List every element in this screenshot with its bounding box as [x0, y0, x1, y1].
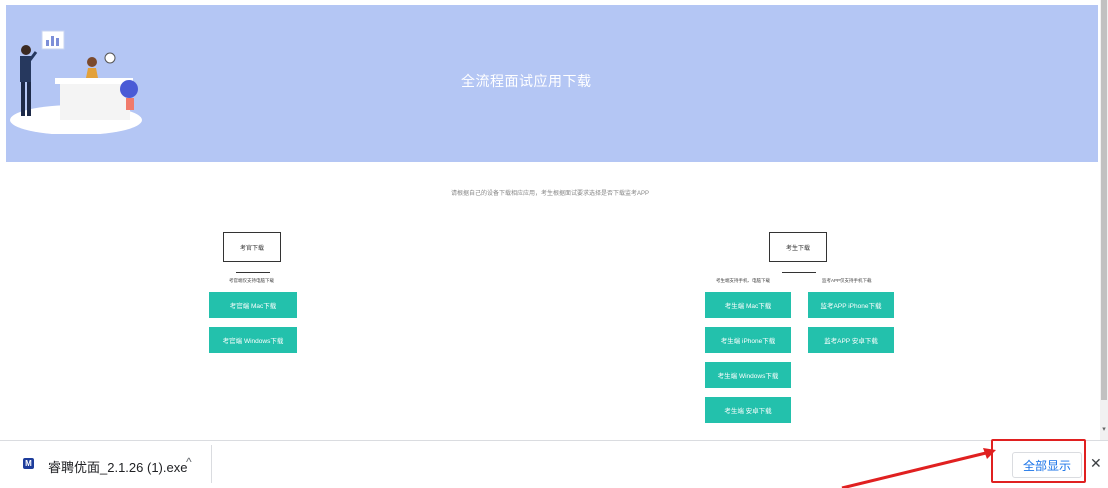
monitor-app-note: 监考APP仅支持手机下载: [822, 278, 872, 283]
monitor-app-iphone-download-button[interactable]: 监考APP iPhone下载: [808, 292, 894, 318]
interviewer-note: 考官端仅支持电脑下载: [229, 278, 274, 283]
candidate-windows-download-button[interactable]: 考生端 Windows下载: [705, 362, 791, 388]
close-icon[interactable]: ✕: [1090, 455, 1102, 472]
downloaded-file-name[interactable]: 睿聘优面_2.1.26 (1).exe: [48, 457, 187, 476]
monitor-app-android-download-button[interactable]: 监考APP 安卓下载: [808, 327, 894, 353]
candidate-android-download-button[interactable]: 考生端 安卓下载: [705, 397, 791, 423]
scrollbar-thumb[interactable]: [1101, 0, 1107, 400]
divider: [211, 445, 212, 483]
office-illustration-icon: [10, 30, 142, 134]
interviewer-section-title: 考官下载: [223, 232, 281, 262]
scroll-down-icon[interactable]: ▾: [1100, 424, 1108, 436]
download-hint: 请根据自己的设备下载相应应用，考生根据面试要求选择是否下载监考APP: [450, 191, 649, 197]
chevron-up-icon[interactable]: ^: [186, 455, 192, 469]
file-type-icon: M: [23, 458, 34, 469]
divider: [236, 272, 270, 273]
candidate-iphone-download-button[interactable]: 考生端 iPhone下载: [705, 327, 791, 353]
interviewer-windows-download-button[interactable]: 考官端 Windows下载: [209, 327, 297, 353]
interviewer-mac-download-button[interactable]: 考官端 Mac下载: [209, 292, 297, 318]
candidate-mac-download-button[interactable]: 考生端 Mac下载: [705, 292, 791, 318]
red-arrow-annotation-icon: [841, 448, 996, 488]
candidate-section-title: 考生下载: [769, 232, 827, 262]
candidate-client-note: 考生端支持手机、电脑下载: [716, 278, 770, 283]
divider: [782, 272, 816, 273]
highlight-box: [991, 439, 1086, 483]
